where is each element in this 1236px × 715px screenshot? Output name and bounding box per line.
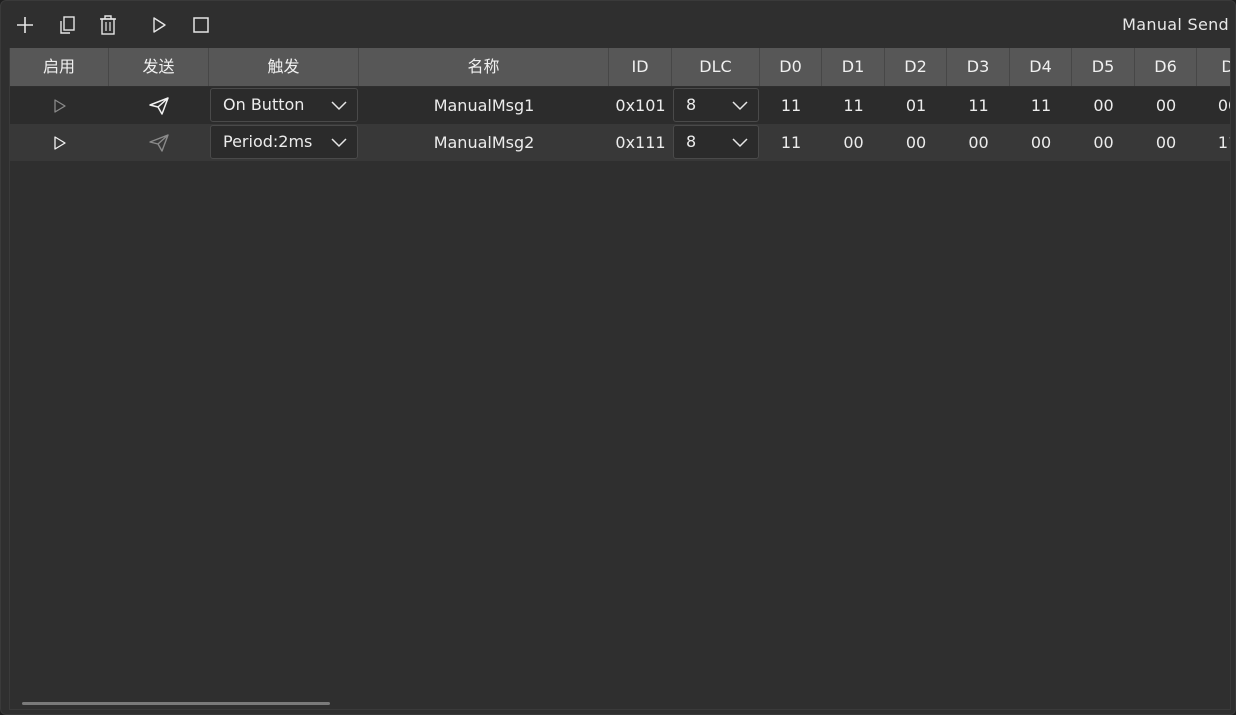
trigger-value: Period:2ms bbox=[223, 132, 313, 151]
data-byte-d1[interactable]: 11 bbox=[822, 87, 885, 124]
start-button[interactable] bbox=[146, 12, 172, 38]
table-row[interactable]: On Button ManualMsg1 0x101 8 11 11 01 11… bbox=[10, 87, 1230, 124]
column-header-d0[interactable]: D0 bbox=[760, 48, 822, 86]
enable-toggle[interactable] bbox=[10, 124, 109, 161]
column-header-name[interactable]: 名称 bbox=[359, 48, 609, 86]
data-byte-d3[interactable]: 11 bbox=[947, 87, 1010, 124]
message-id[interactable]: 0x111 bbox=[609, 124, 672, 161]
column-header-send[interactable]: 发送 bbox=[109, 48, 209, 86]
send-button[interactable] bbox=[109, 87, 209, 124]
column-header-enable[interactable]: 启用 bbox=[10, 48, 109, 86]
data-byte-d7[interactable]: 00 bbox=[1197, 87, 1230, 124]
dlc-dropdown[interactable]: 8 bbox=[673, 125, 759, 159]
data-byte-d5[interactable]: 00 bbox=[1072, 124, 1135, 161]
dlc-value: 8 bbox=[686, 132, 697, 151]
data-byte-d1[interactable]: 00 bbox=[822, 124, 885, 161]
column-header-d6[interactable]: D6 bbox=[1135, 48, 1197, 86]
data-byte-d2[interactable]: 01 bbox=[885, 87, 947, 124]
paper-plane-icon bbox=[149, 133, 169, 152]
message-name[interactable]: ManualMsg1 bbox=[359, 87, 609, 124]
enable-toggle[interactable] bbox=[10, 87, 109, 124]
data-byte-d7[interactable]: 11 bbox=[1197, 124, 1230, 161]
table-header: 启用 发送 触发 名称 ID DLC D0 D1 D2 D3 D4 D5 D6 … bbox=[10, 48, 1230, 86]
column-header-d7[interactable]: D bbox=[1197, 48, 1230, 86]
manual-send-window: Manual Send 启用 发送 触发 名称 ID DLC D0 D1 D2 … bbox=[0, 0, 1236, 715]
copy-icon bbox=[60, 16, 75, 34]
message-table: 启用 发送 触发 名称 ID DLC D0 D1 D2 D3 D4 D5 D6 … bbox=[9, 48, 1231, 710]
chevron-down-icon bbox=[331, 138, 347, 148]
stop-button[interactable] bbox=[188, 12, 214, 38]
column-header-dlc[interactable]: DLC bbox=[672, 48, 760, 86]
play-icon bbox=[53, 135, 66, 150]
trigger-dropdown[interactable]: Period:2ms bbox=[210, 125, 358, 159]
toolbar: Manual Send bbox=[1, 1, 1235, 47]
column-header-d1[interactable]: D1 bbox=[822, 48, 885, 86]
data-byte-d0[interactable]: 11 bbox=[760, 124, 822, 161]
column-header-id[interactable]: ID bbox=[609, 48, 672, 86]
table-row[interactable]: Period:2ms ManualMsg2 0x111 8 11 00 00 0… bbox=[10, 124, 1230, 161]
chevron-down-icon bbox=[732, 138, 748, 148]
trigger-dropdown[interactable]: On Button bbox=[210, 88, 358, 122]
column-header-trigger[interactable]: 触发 bbox=[209, 48, 359, 86]
paper-plane-icon bbox=[149, 96, 169, 115]
chevron-down-icon bbox=[732, 101, 748, 111]
copy-button[interactable] bbox=[54, 12, 80, 38]
data-byte-d5[interactable]: 00 bbox=[1072, 87, 1135, 124]
dlc-dropdown[interactable]: 8 bbox=[673, 88, 759, 122]
column-header-d5[interactable]: D5 bbox=[1072, 48, 1135, 86]
play-icon bbox=[153, 17, 166, 33]
data-byte-d6[interactable]: 00 bbox=[1135, 87, 1197, 124]
delete-button[interactable] bbox=[95, 12, 121, 38]
column-header-d4[interactable]: D4 bbox=[1010, 48, 1072, 86]
column-header-d3[interactable]: D3 bbox=[947, 48, 1010, 86]
send-button[interactable] bbox=[109, 124, 209, 161]
window-title: Manual Send bbox=[1122, 15, 1229, 34]
data-byte-d3[interactable]: 00 bbox=[947, 124, 1010, 161]
data-byte-d4[interactable]: 11 bbox=[1010, 87, 1072, 124]
play-icon bbox=[53, 98, 66, 113]
stop-icon bbox=[193, 17, 209, 33]
data-byte-d0[interactable]: 11 bbox=[760, 87, 822, 124]
add-button[interactable] bbox=[12, 12, 38, 38]
column-header-d2[interactable]: D2 bbox=[885, 48, 947, 86]
plus-icon bbox=[17, 17, 33, 33]
data-byte-d4[interactable]: 00 bbox=[1010, 124, 1072, 161]
dlc-value: 8 bbox=[686, 95, 697, 114]
chevron-down-icon bbox=[331, 101, 347, 111]
message-id[interactable]: 0x101 bbox=[609, 87, 672, 124]
trash-icon bbox=[100, 15, 116, 35]
data-byte-d2[interactable]: 00 bbox=[885, 124, 947, 161]
message-name[interactable]: ManualMsg2 bbox=[359, 124, 609, 161]
data-byte-d6[interactable]: 00 bbox=[1135, 124, 1197, 161]
trigger-value: On Button bbox=[223, 95, 305, 114]
horizontal-scrollbar[interactable] bbox=[22, 702, 330, 705]
